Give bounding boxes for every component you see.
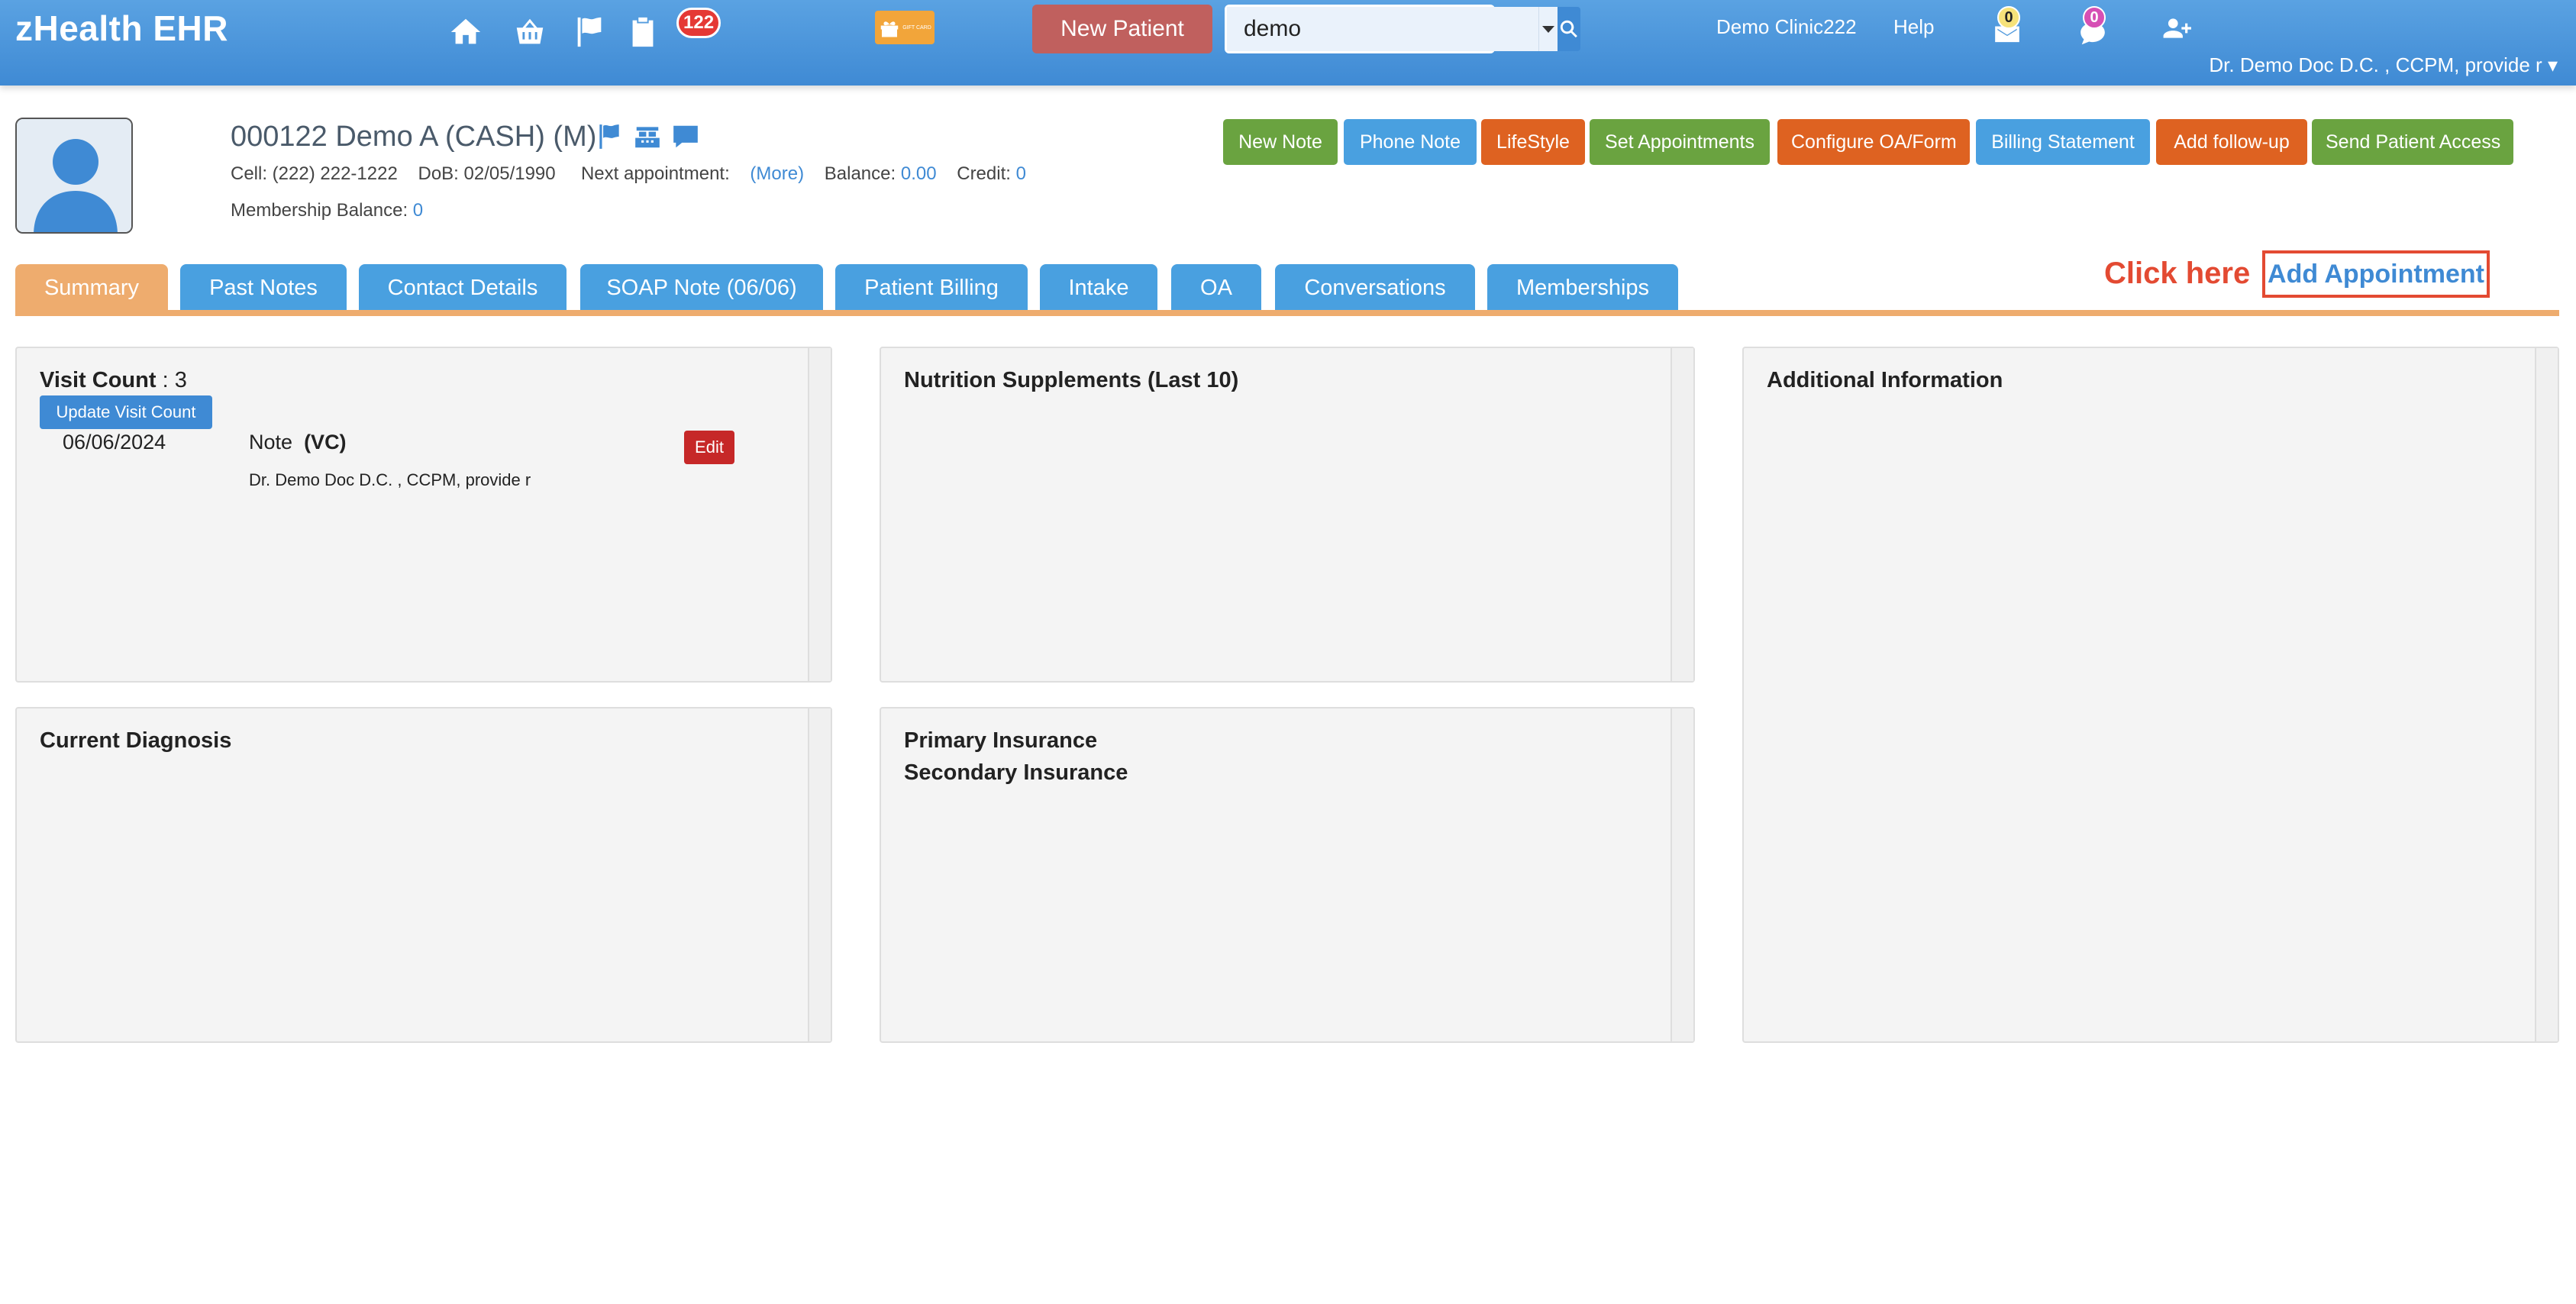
credit-value[interactable]: 0 [1016, 163, 1026, 184]
patient-info-line: Cell: (222) 222-1222 DoB: 02/05/1990 Nex… [231, 163, 1026, 185]
tab-soap-note[interactable]: SOAP Note (06/06) [580, 264, 823, 311]
phone-note-button[interactable]: Phone Note [1344, 119, 1477, 165]
panel-scrollbar[interactable] [808, 348, 831, 681]
search-input[interactable] [1227, 7, 1538, 51]
next-appointment-label: Next appointment: [580, 163, 730, 184]
additional-info-panel: Additional Information [1742, 347, 2559, 1043]
add-appointment-link[interactable]: Add Appointment [2262, 250, 2490, 298]
gift-icon[interactable]: GIFT CARD [875, 11, 935, 44]
tab-underline [15, 310, 2559, 316]
gift-card-text: GIFT CARD [902, 24, 931, 31]
additional-info-heading: Additional Information [1767, 368, 2003, 392]
visit-count-heading: Visit Count : 3 [40, 368, 187, 393]
patient-avatar[interactable] [15, 118, 133, 234]
add-followup-button[interactable]: Add follow-up [2156, 119, 2307, 165]
provider-menu[interactable]: Dr. Demo Doc D.C. , CCPM, provide r ▾ [2209, 53, 2558, 77]
panel-scrollbar[interactable] [2535, 348, 2558, 1041]
balance-value[interactable]: 0.00 [901, 163, 937, 184]
cash-register-icon[interactable] [632, 122, 663, 151]
more-link[interactable]: (More) [750, 163, 804, 184]
visit-count-value: : 3 [162, 368, 187, 392]
flag-icon[interactable] [594, 122, 625, 151]
chevron-down-icon[interactable] [1538, 7, 1558, 51]
tab-past-notes[interactable]: Past Notes [180, 264, 347, 311]
secondary-insurance-heading: Secondary Insurance [904, 760, 1128, 785]
new-patient-button[interactable]: New Patient [1032, 5, 1212, 53]
tab-intake[interactable]: Intake [1040, 264, 1157, 311]
top-navigation-bar: zHealth EHR 122 GIFT CARD New Patient De… [0, 0, 2576, 86]
tab-conversations[interactable]: Conversations [1275, 264, 1475, 311]
tab-oa[interactable]: OA [1171, 264, 1261, 311]
nutrition-heading: Nutrition Supplements (Last 10) [904, 368, 1239, 392]
membership-line: Membership Balance: 0 [231, 200, 423, 221]
panel-scrollbar[interactable] [1671, 708, 1693, 1041]
patient-cell: Cell: (222) 222-1222 [231, 163, 398, 184]
tab-summary[interactable]: Summary [15, 264, 168, 311]
panel-scrollbar[interactable] [808, 708, 831, 1041]
patient-search [1225, 5, 1580, 53]
tab-contact-details[interactable]: Contact Details [359, 264, 567, 311]
patient-flags [594, 122, 701, 151]
send-patient-access-button[interactable]: Send Patient Access [2312, 119, 2513, 165]
add-user-icon[interactable] [2158, 11, 2196, 46]
mail-badge: 0 [1997, 6, 2020, 29]
nutrition-panel: Nutrition Supplements (Last 10) [880, 347, 1695, 683]
note-tag: (VC) [304, 431, 347, 453]
mail-icon[interactable]: 0 [1988, 6, 2026, 46]
balance-label: Balance: [824, 163, 896, 184]
basket-icon[interactable] [510, 14, 550, 50]
visit-count-label: Visit Count [40, 368, 157, 392]
note-author: Dr. Demo Doc D.C. , CCPM, provide r [249, 470, 531, 489]
flag-icon[interactable] [570, 14, 609, 50]
note-label: Note [249, 431, 293, 453]
credit-label: Credit: [957, 163, 1011, 184]
home-icon[interactable] [446, 14, 486, 50]
membership-label: Membership Balance: [231, 200, 408, 221]
configure-oa-button[interactable]: Configure OA/Form [1777, 119, 1970, 165]
notification-badge[interactable]: 122 [676, 8, 721, 38]
primary-insurance-heading: Primary Insurance [904, 728, 1098, 753]
search-icon[interactable] [1558, 7, 1580, 51]
help-link[interactable]: Help [1893, 15, 1934, 39]
comment-icon[interactable] [670, 122, 701, 151]
patient-name: 000122 Demo A (CASH) (M) [231, 121, 597, 153]
clipboard-icon[interactable] [623, 14, 663, 50]
note-date: 06/06/2024 [63, 431, 166, 453]
panel-scrollbar[interactable] [1671, 348, 1693, 681]
tab-memberships[interactable]: Memberships [1487, 264, 1678, 311]
update-visit-count-button[interactable]: Update Visit Count [40, 395, 212, 429]
patient-dob: DoB: 02/05/1990 [418, 163, 556, 184]
new-note-button[interactable]: New Note [1223, 119, 1338, 165]
membership-value[interactable]: 0 [413, 200, 423, 221]
diagnosis-panel: Current Diagnosis [15, 707, 832, 1043]
visit-count-panel: Visit Count : 3 Update Visit Count 06/06… [15, 347, 832, 683]
set-appointments-button[interactable]: Set Appointments [1590, 119, 1770, 165]
clinic-link[interactable]: Demo Clinic222 [1716, 15, 1857, 39]
tab-patient-billing[interactable]: Patient Billing [835, 264, 1028, 311]
insurance-panel: Primary Insurance Secondary Insurance [880, 707, 1695, 1043]
app-brand[interactable]: zHealth EHR [15, 8, 228, 49]
lifestyle-button[interactable]: LifeStyle [1481, 119, 1585, 165]
note-title[interactable]: Note (VC) [249, 431, 347, 454]
chat-badge: 0 [2083, 6, 2106, 29]
edit-note-button[interactable]: Edit [684, 431, 734, 464]
click-here-callout: Click here [2104, 257, 2251, 290]
chat-icon[interactable]: 0 [2074, 6, 2112, 46]
diagnosis-heading: Current Diagnosis [40, 728, 232, 753]
billing-statement-button[interactable]: Billing Statement [1976, 119, 2150, 165]
